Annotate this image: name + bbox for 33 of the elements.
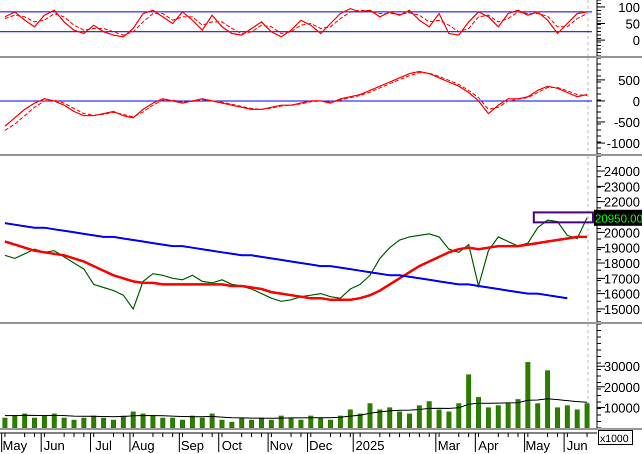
axis-label: -500 (614, 115, 640, 130)
month-label: Nov (270, 438, 293, 453)
axis-label: 17000 (604, 271, 640, 286)
month-label: Mar (438, 438, 460, 453)
multiplier-label: x1000 (598, 430, 633, 445)
month-label: Oct (222, 438, 242, 453)
axis-label: -1000 (606, 136, 640, 152)
axis-label: 22000 (604, 194, 640, 210)
month-label: 2025 (356, 438, 384, 453)
axis-label: 20000 (604, 225, 640, 240)
month-label: Apr (478, 438, 499, 453)
axis-label: 10000 (604, 400, 640, 416)
month-label: Aug (132, 438, 155, 453)
axis-label: 16000 (604, 286, 640, 302)
axis-label: 18000 (604, 256, 640, 271)
month-label: Jul (95, 438, 112, 453)
month-label: Jun (44, 438, 65, 453)
axis-label: 23000 (604, 179, 640, 194)
axis-label: 15000 (604, 302, 640, 317)
month-label: Sep (180, 438, 204, 453)
month-label: Dec (309, 438, 332, 453)
month-label: May (2, 438, 28, 453)
axis-label: 0 (632, 33, 640, 48)
axis-label: 24000 (604, 164, 640, 180)
axis-label: 50 (626, 16, 640, 32)
month-label: May (525, 438, 550, 453)
axis-label: 20000 (604, 380, 640, 395)
axis-label: 500 (618, 72, 640, 88)
axis-label: 30000 (604, 359, 640, 374)
month-label: Jun (566, 438, 588, 453)
axis-label: 0 (632, 94, 640, 109)
axis-label: 19000 (604, 240, 640, 256)
axis-label: 100 (618, 0, 640, 15)
